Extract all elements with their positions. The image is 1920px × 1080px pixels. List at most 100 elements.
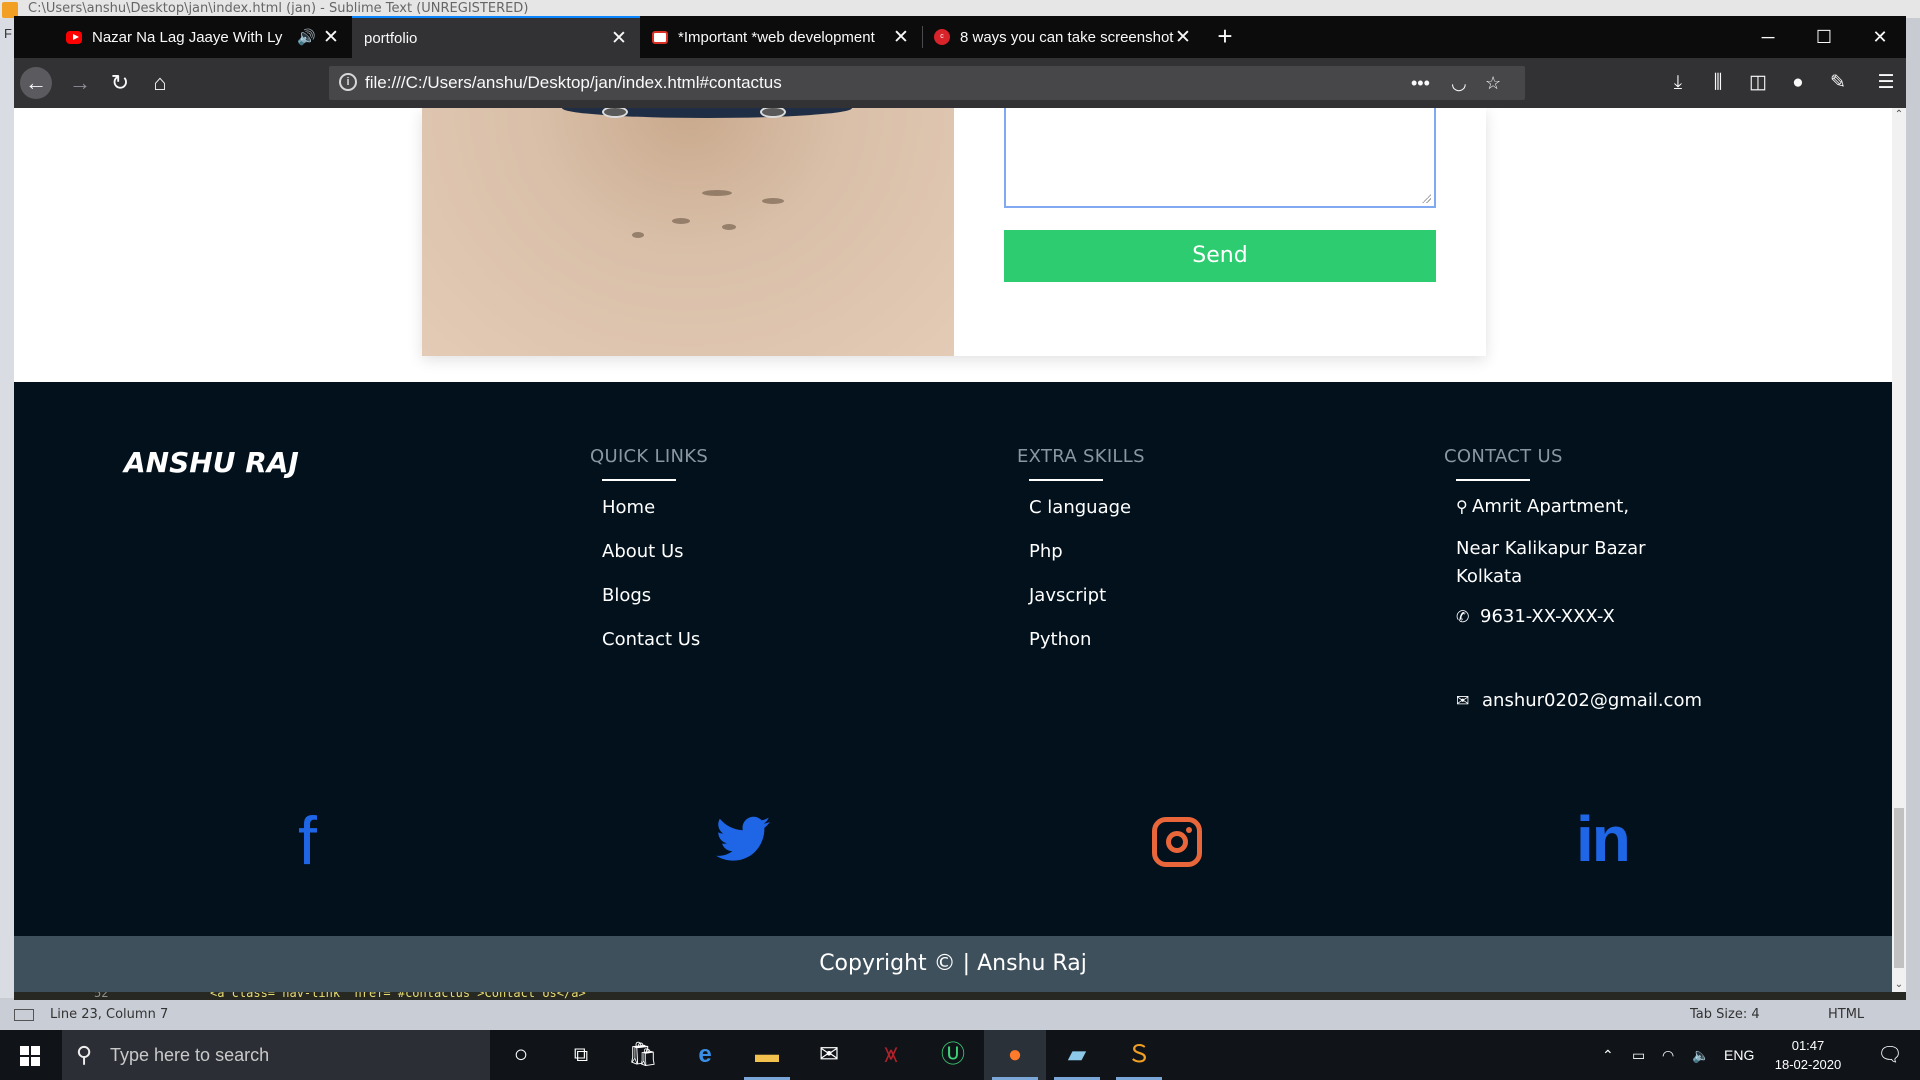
email-line: ✉ anshur0202@gmail.com [1456,687,1702,715]
twitter-icon[interactable] [716,816,770,862]
firefox-icon[interactable]: ● [984,1030,1046,1080]
upwork-icon[interactable]: Ⓤ [922,1030,984,1080]
address-line-3: Kolkata [1456,566,1523,587]
notification-icon[interactable]: 🗨 [1860,1030,1920,1080]
sand-footprint [702,190,732,196]
footer-link-blogs[interactable]: Blogs [602,581,708,625]
footer-brand: ANSHU RAJ [124,446,299,479]
message-textarea[interactable] [1004,108,1436,208]
new-tab-icon[interactable]: + [1210,16,1240,58]
scroll-down-icon[interactable]: ⌄ [1892,978,1906,992]
forward-arrow-icon[interactable]: → [64,67,96,99]
tab-title: Nazar Na Lag Jaaye With Ly [92,28,283,46]
battery-icon[interactable]: ▭ [1632,1030,1645,1080]
email-address[interactable]: anshur0202@gmail.com [1482,690,1702,711]
tab-title: *Important *web development [678,28,875,46]
phone-line: ✆ 9631-XX-XXX-X [1456,603,1702,631]
url-bar[interactable]: i file:///C:/Users/anshu/Desktop/jan/ind… [329,66,1525,100]
close-tab-icon[interactable]: ✕ [1174,26,1192,49]
mail-icon[interactable]: ✉ [798,1030,860,1080]
info-icon[interactable]: i [339,73,357,91]
sublime-title: C:\Users\anshu\Desktop\jan\index.html (j… [28,1,529,16]
firefox-window: Nazar Na Lag Jaaye With Ly 🔊 ✕ portfolio… [14,16,1906,992]
contact-heading: CONTACT US [1444,446,1563,467]
send-button[interactable]: Send [1004,230,1436,282]
cnet-icon: c [934,29,950,45]
heading-underline [602,479,676,481]
tab-gmail[interactable]: *Important *web development ✕ [640,16,922,58]
sublime-text-icon[interactable]: Ｓ [1108,1030,1170,1080]
instagram-icon[interactable] [1152,817,1202,867]
show-hidden-icons-icon[interactable]: ⌃ [1602,1030,1614,1080]
scroll-up-icon[interactable]: ⌃ [1892,108,1906,122]
extra-skills-column: EXTRA SKILLS C language Php Javscript Py… [1017,446,1145,669]
window-close-icon[interactable]: ✕ [1852,16,1908,58]
reload-icon[interactable]: ↻ [104,67,136,99]
footer-link-contact[interactable]: Contact Us [602,625,708,669]
gmail-icon [652,30,668,44]
sublime-menu-mark: F [4,26,12,41]
wifi-icon[interactable]: ◠ [1662,1030,1674,1080]
panel-toggle-icon[interactable] [14,1009,34,1021]
language-indicator[interactable]: ENG [1724,1030,1754,1080]
sand-footprint [672,218,690,224]
page-actions-icon[interactable]: ••• [1411,66,1430,100]
syntax-mode[interactable]: HTML [1828,1000,1864,1030]
sublime-side-strip: F [0,18,14,998]
page-scrollbar[interactable]: ⌃ ⌄ [1892,108,1906,992]
menu-icon[interactable]: ☰ [1870,67,1902,99]
tab-size[interactable]: Tab Size: 4 [1690,1000,1760,1030]
taskbar-clock[interactable]: 01:47 18-02-2020 [1758,1036,1858,1074]
tab-portfolio[interactable]: portfolio ✕ [352,16,640,58]
heading-underline [1456,479,1530,481]
scroll-thumb[interactable] [1894,808,1904,968]
predator-icon[interactable]: ⩙ [860,1030,922,1080]
navigation-toolbar: ← → ↻ ⌂ i file:///C:/Users/anshu/Desktop… [14,58,1906,108]
skill-item: Php [1029,541,1063,562]
close-tab-icon[interactable]: ✕ [892,26,910,49]
screenshot-pen-icon[interactable]: ✎ [1822,67,1854,99]
cortana-icon[interactable]: ○ [490,1030,552,1080]
speaker-icon[interactable]: 🔊 [297,28,316,46]
tab-title: portfolio [364,29,418,47]
file-explorer-icon[interactable]: ▬ [736,1030,798,1080]
downloads-icon[interactable]: ⤓ [1662,67,1694,99]
home-icon[interactable]: ⌂ [144,67,176,99]
store-icon[interactable]: 🛍 [612,1030,674,1080]
phone-number: 9631-XX-XXX-X [1480,606,1615,627]
footer: ANSHU RAJ QUICK LINKS Home About Us Blog… [14,382,1892,936]
back-arrow-icon[interactable]: ← [20,67,52,99]
volume-icon[interactable]: 🔈 [1692,1030,1709,1080]
bookmark-star-icon[interactable]: ☆ [1485,66,1501,100]
task-view-icon[interactable]: ⧉ [550,1030,612,1080]
edge-icon[interactable]: e [674,1030,736,1080]
footer-link-home[interactable]: Home [602,493,708,537]
maximize-icon[interactable]: ☐ [1796,16,1852,58]
tab-youtube[interactable]: Nazar Na Lag Jaaye With Ly 🔊 ✕ [54,16,352,58]
resize-grip-icon[interactable] [1421,193,1431,203]
tab-cnet[interactable]: c 8 ways you can take screenshot ✕ [922,16,1204,58]
sidebar-icon[interactable]: ◫ [1742,67,1774,99]
copyright-bar: Copyright © | Anshu Raj [14,936,1892,992]
minimize-icon[interactable]: ─ [1740,16,1796,58]
taskbar-search[interactable]: ⚲ Type here to search [62,1030,490,1080]
line-number: 52 [94,992,109,1000]
windows-logo-icon [20,1046,40,1066]
url-text[interactable]: file:///C:/Users/anshu/Desktop/jan/index… [365,66,782,100]
heading-underline [1029,479,1103,481]
close-tab-icon[interactable]: ✕ [322,26,340,49]
library-icon[interactable]: ⫼ [1702,67,1734,99]
footer-link-about[interactable]: About Us [602,537,708,581]
pocket-icon[interactable]: ◡ [1451,66,1467,100]
start-button[interactable] [0,1030,62,1080]
account-icon[interactable]: ● [1782,67,1814,99]
web-page: Send ANSHU RAJ QUICK LINKS Home About Us… [14,108,1892,992]
linkedin-icon[interactable]: in [1576,802,1631,876]
map-marker-icon: ⚲ [1456,497,1468,516]
facebook-icon[interactable]: f [298,802,317,880]
contact-image [422,108,954,356]
close-tab-icon[interactable]: ✕ [610,27,628,50]
notepad-icon[interactable]: ▰ [1046,1030,1108,1080]
sand-footprint [632,232,644,238]
quick-links-heading: QUICK LINKS [590,446,709,467]
